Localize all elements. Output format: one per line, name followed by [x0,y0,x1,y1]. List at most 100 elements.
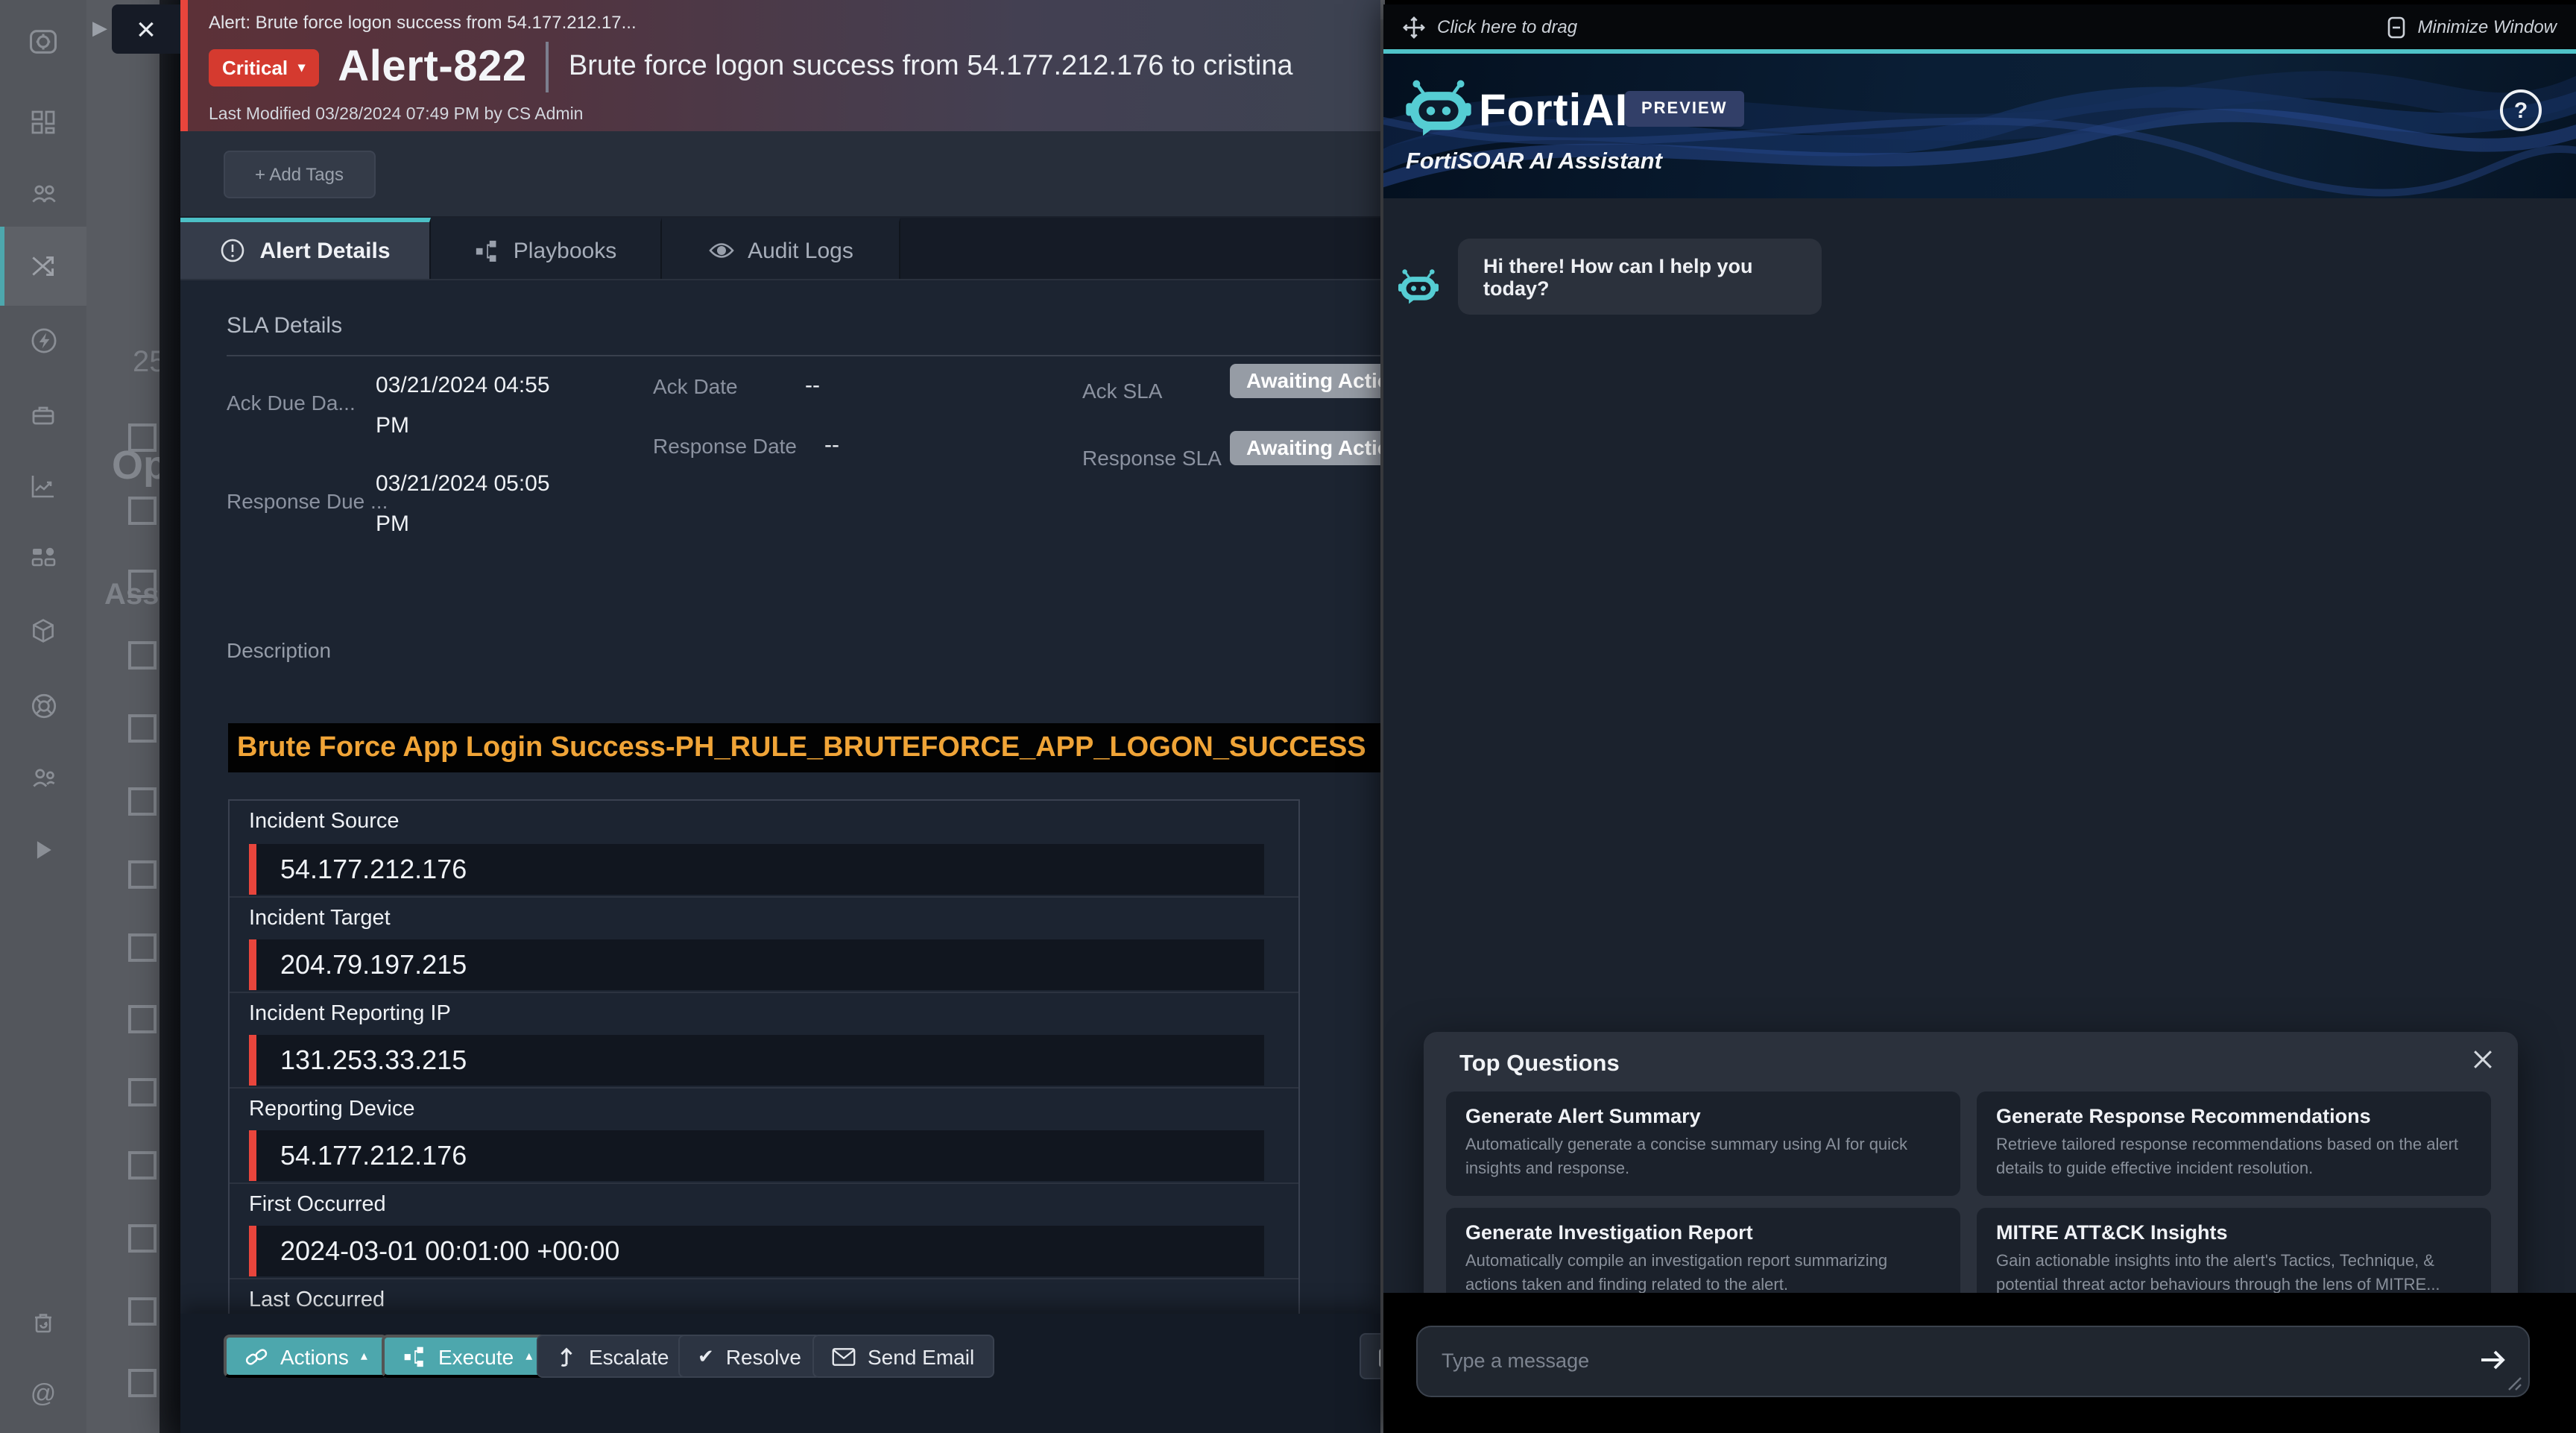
sidebar-item-incidents-selected[interactable] [0,227,86,306]
description-headline: Brute Force App Login Success-PH_RULE_BR… [228,731,1366,764]
cube-icon [28,616,58,646]
card-title: Generate Alert Summary [1465,1105,1941,1127]
resize-handle[interactable] [2507,1376,2522,1391]
chevron-down-icon: ▾ [298,59,305,75]
panel-close-button[interactable]: × [112,4,180,54]
chain-link-icon [244,1344,268,1368]
play-icon [30,837,57,863]
row-checkbox [128,933,157,962]
row-label: Incident Source [230,801,1298,844]
fortiai-banner: FortiAI PREVIEW FortiSOAR AI Assistant ? [1383,54,2576,198]
last-modified-text: Last Modified 03/28/2024 07:49 PM by CS … [209,106,1380,124]
envelope-icon [832,1346,856,1367]
add-tags-button[interactable]: + Add Tags [224,150,375,198]
fortiai-brand-name: FortiAI [1479,86,1628,137]
response-due-date-value: 03/21/2024 05:05 [376,471,550,497]
question-card-response-recommendations[interactable]: Generate Response Recommendations Retrie… [1977,1092,2491,1196]
playbook-icon [475,238,500,263]
table-row: Incident Target 204.79.197.215 [230,896,1298,990]
bot-message-text: Hi there! How can I help you today? [1483,254,1822,299]
bolt-circle-icon [28,324,59,356]
sidebar-item-connectors[interactable] [0,595,86,667]
chevron-up-icon: ▴ [525,1348,532,1364]
section-divider [227,355,1380,356]
tab-playbooks[interactable]: Playbooks [431,218,662,279]
escalate-button[interactable]: Escalate [537,1335,688,1378]
alert-action-bar: Actions ▴ Execute ▴ Escalate ✔ Resolve S… [180,1314,1380,1433]
fortiai-subtitle: FortiSOAR AI Assistant [1406,149,1662,176]
sidebar-item-run[interactable] [0,814,86,886]
severity-badge[interactable]: Critical ▾ [209,48,318,86]
row-checkbox [128,1151,157,1180]
button-label: Resolve [726,1344,801,1368]
row-value: 204.79.197.215 [256,949,467,980]
alert-breadcrumb-line: Alert: Brute force logon success from 54… [209,12,1380,33]
card-description: Automatically compile an investigation r… [1465,1251,1941,1299]
ack-date-value: -- [805,373,820,398]
send-message-button[interactable] [2478,1345,2507,1375]
row-value: 54.177.212.176 [256,854,467,885]
sidebar-item-mentions[interactable]: @ [0,1358,86,1430]
tab-label: Playbooks [514,238,616,263]
alert-title: Brute force logon success from 54.177.21… [569,51,1293,84]
sidebar-item-automation[interactable] [0,304,86,376]
fortiai-titlebar: Click here to drag Minimize Window [1383,4,2576,49]
table-row: Incident Source 54.177.212.176 [230,801,1298,895]
message-composer [1383,1293,2576,1433]
table-row: First Occurred 2024-03-01 00:01:00 +00:0… [230,1182,1298,1276]
row-checkbox [128,570,157,598]
close-icon[interactable] [2473,1050,2493,1069]
sidebar-item-dashboard[interactable] [0,86,86,158]
send-email-button[interactable]: Send Email [812,1335,994,1378]
sync-gear-icon [27,25,60,58]
tab-audit-logs[interactable]: Audit Logs [662,218,900,279]
tab-alert-details[interactable]: Alert Details [180,218,431,279]
bot-message-bubble: Hi there! How can I help you today? [1458,239,1822,315]
sidebar-item-resources[interactable] [0,379,86,450]
sidebar-item-sync[interactable] [0,6,86,78]
row-checkbox [128,1369,157,1397]
row-label: First Occurred [230,1182,1298,1226]
row-value-cell: 54.177.212.176 [249,844,1264,895]
close-icon[interactable]: × [136,13,156,45]
execute-button[interactable]: Execute ▴ [382,1335,553,1378]
question-card-alert-summary[interactable]: Generate Alert Summary Automatically gen… [1446,1092,1960,1196]
resolve-button[interactable]: ✔ Resolve [678,1335,821,1378]
chart-line-icon [28,471,58,501]
message-input[interactable] [1418,1327,2528,1375]
row-value: 54.177.212.176 [256,1140,467,1171]
ack-sla-label: Ack SLA [1082,379,1162,403]
minimize-window-icon [2387,16,2406,38]
ack-sla-status-badge: Awaiting Action [1230,364,1380,398]
minimize-window-button[interactable]: Minimize Window [2387,16,2557,38]
wheel-icon [28,690,59,721]
sidebar-item-team[interactable] [0,157,86,228]
message-input-box [1416,1326,2530,1397]
fortiai-robot-logo [1406,79,1471,136]
row-checkbox [128,641,157,670]
description-headline-banner: Brute Force App Login Success-PH_RULE_BR… [228,723,1380,772]
ack-date-label: Ack Date [653,374,738,398]
actions-button[interactable]: Actions ▴ [224,1335,388,1378]
card-title: MITRE ATT&CK Insights [1996,1221,2472,1244]
drag-handle[interactable]: Click here to drag [1403,16,1577,38]
dashboard-grid-icon [28,107,58,137]
edit-record-button[interactable] [1360,1333,1380,1379]
collapse-arrow-icon[interactable]: ▶ [92,16,107,40]
widgets-icon [28,543,58,573]
row-value: 131.253.33.215 [256,1045,467,1076]
at-mention-icon: @ [31,1379,57,1409]
sidebar-item-users[interactable] [0,741,86,813]
row-checkbox [128,860,157,889]
card-description: Retrieve tailored response recommendatio… [1996,1135,2472,1182]
help-button[interactable]: ? [2500,89,2542,131]
sidebar-item-recycle-bin[interactable] [0,1287,86,1358]
sidebar-item-reports[interactable] [0,450,86,522]
button-label: Send Email [868,1344,974,1368]
alert-detail-panel: Alert: Brute force logon success from 54… [180,0,1380,1433]
alert-header: Alert: Brute force logon success from 54… [180,0,1380,131]
sidebar-item-settings[interactable] [0,670,86,741]
top-questions-grid: Generate Alert Summary Automatically gen… [1446,1092,2493,1312]
sidebar-item-widgets[interactable] [0,522,86,593]
tags-row: + Add Tags [180,131,1380,218]
